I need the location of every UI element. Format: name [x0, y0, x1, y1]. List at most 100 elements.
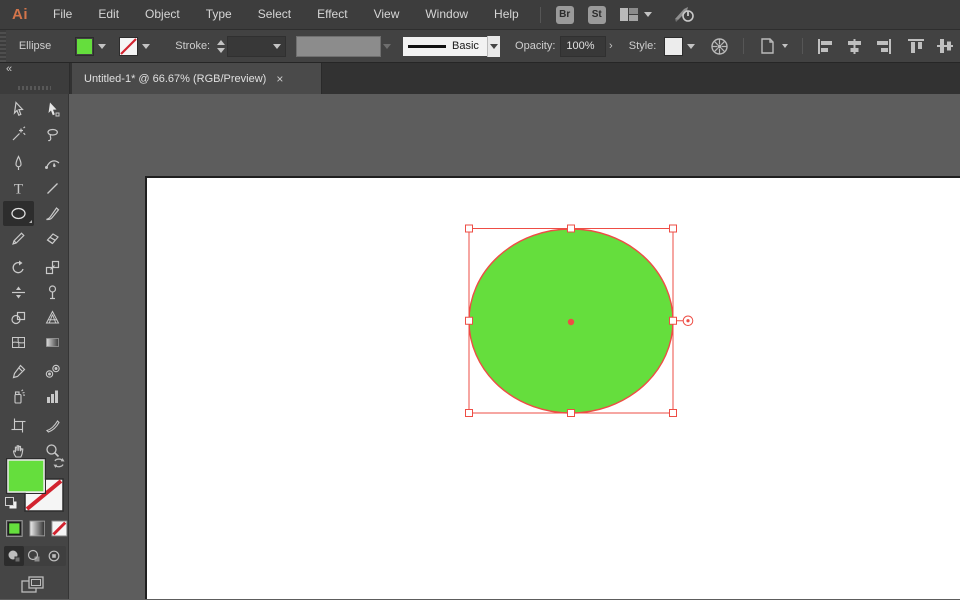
type-tool[interactable]: T [3, 176, 34, 201]
gpu-performance-icon[interactable] [672, 5, 696, 24]
menu-object[interactable]: Object [132, 0, 193, 29]
selection-tool[interactable] [3, 97, 34, 122]
selection-handle[interactable] [568, 225, 575, 232]
eraser-tool[interactable] [37, 226, 68, 251]
column-graph-tool[interactable] [37, 384, 68, 409]
magic-wand-tool[interactable] [3, 122, 34, 147]
stepper-up-icon[interactable] [217, 40, 225, 45]
chevron-down-icon [98, 44, 106, 49]
controlbar-separator [802, 38, 803, 54]
blend-tool[interactable] [37, 359, 68, 384]
selection-handle[interactable] [568, 410, 575, 417]
pie-widget-dot [686, 319, 689, 322]
stroke-weight-label: Stroke: [175, 40, 210, 52]
menu-help[interactable]: Help [481, 0, 532, 29]
close-icon[interactable]: × [276, 72, 283, 86]
change-screen-mode-icon[interactable] [20, 575, 46, 600]
swap-fill-stroke-icon[interactable] [52, 456, 66, 470]
slice-tool[interactable] [37, 413, 68, 438]
perspective-grid-tool[interactable] [37, 305, 68, 330]
menu-file[interactable]: File [40, 0, 85, 29]
width-tool[interactable] [3, 280, 34, 305]
default-fill-stroke-icon[interactable] [4, 496, 19, 511]
direct-selection-tool[interactable] [37, 97, 68, 122]
draw-inside-mode-icon[interactable] [44, 546, 64, 566]
pen-tool[interactable] [3, 151, 34, 176]
rotate-tool[interactable] [3, 255, 34, 280]
scale-tool[interactable] [37, 255, 68, 280]
ellipse-tool[interactable] [3, 201, 34, 226]
puppet-warp-tool[interactable] [37, 280, 68, 305]
opacity-value: 100% [566, 40, 594, 52]
mesh-tool[interactable] [3, 330, 34, 355]
stock-badge-icon[interactable]: St [588, 6, 606, 24]
symbol-sprayer-tool[interactable] [3, 384, 34, 409]
menu-type[interactable]: Type [193, 0, 245, 29]
selection-handle[interactable] [466, 410, 473, 417]
shape-builder-tool[interactable] [3, 305, 34, 330]
selection-handle[interactable] [670, 225, 677, 232]
paintbrush-tool[interactable] [37, 201, 68, 226]
draw-behind-mode-icon[interactable] [24, 546, 44, 566]
align-left-icon[interactable] [817, 39, 834, 54]
shaper-tool[interactable] [3, 226, 34, 251]
opacity-menu-arrow[interactable]: › [606, 37, 616, 56]
canvas-area[interactable] [69, 94, 960, 599]
line-segment-tool[interactable] [37, 176, 68, 201]
selection-handle[interactable] [670, 410, 677, 417]
document-tab-bar: « Untitled-1* @ 66.67% (RGB/Preview) × [0, 63, 960, 94]
opacity-field[interactable]: 100% [560, 36, 605, 57]
menu-view[interactable]: View [361, 0, 413, 29]
illustrator-window: { "colors": { "fill_green": "#65de3d", "… [0, 0, 960, 599]
draw-normal-mode-icon[interactable] [4, 546, 24, 566]
center-point[interactable] [568, 319, 574, 325]
document-setup-icon[interactable] [758, 36, 788, 56]
brush-definition-chevron[interactable] [487, 36, 501, 57]
menu-select[interactable]: Select [245, 0, 304, 29]
selection-handle[interactable] [466, 317, 473, 324]
stroke-color-dropdown[interactable] [119, 37, 150, 56]
workspace-switcher-icon[interactable] [619, 7, 652, 22]
gradient-button[interactable] [29, 520, 46, 537]
chevron-down-icon [490, 44, 498, 49]
align-vcenter-icon[interactable] [937, 38, 954, 54]
app-logo: Ai [0, 6, 40, 23]
chevron-down-icon [782, 44, 788, 48]
align-top-icon[interactable] [908, 38, 925, 54]
bridge-badge-icon[interactable]: Br [556, 6, 574, 24]
color-button[interactable] [6, 520, 23, 537]
brush-definition-dropdown[interactable]: Basic [403, 37, 486, 56]
toolbar-collapse-strip[interactable]: « [0, 63, 70, 94]
control-bar: Ellipse Stroke: Basic Opacity: 100% › St… [0, 30, 960, 63]
curvature-tool[interactable] [37, 151, 68, 176]
stroke-weight-stepper[interactable] [217, 36, 225, 56]
selection-handle[interactable] [670, 317, 677, 324]
lasso-tool[interactable] [37, 122, 68, 147]
style-swatch [664, 37, 683, 56]
fill-color-dropdown[interactable] [75, 37, 106, 56]
fill-swatch[interactable] [6, 458, 46, 494]
selection-handle[interactable] [466, 225, 473, 232]
stroke-weight-combo[interactable] [227, 36, 285, 57]
panel-grip[interactable] [0, 30, 6, 62]
menu-edit[interactable]: Edit [85, 0, 132, 29]
menu-bar: Ai File Edit Object Type Select Effect V… [0, 0, 960, 30]
artboard[interactable] [145, 176, 960, 599]
chevron-down-icon [687, 44, 695, 49]
chevron-down-icon [383, 44, 391, 49]
gradient-tool[interactable] [37, 330, 68, 355]
menu-window[interactable]: Window [412, 0, 481, 29]
stepper-down-icon[interactable] [217, 48, 225, 53]
align-right-icon[interactable] [875, 39, 892, 54]
recolor-artwork-icon[interactable] [710, 37, 729, 56]
none-button[interactable] [51, 520, 68, 537]
collapse-panel-icon[interactable]: « [6, 63, 12, 75]
style-dropdown[interactable] [664, 37, 695, 56]
panel-grip-dots[interactable] [18, 86, 51, 90]
align-hcenter-icon[interactable] [846, 39, 863, 54]
artboard-tool[interactable] [3, 413, 34, 438]
menu-effect[interactable]: Effect [304, 0, 360, 29]
document-tab[interactable]: Untitled-1* @ 66.67% (RGB/Preview) × [72, 63, 322, 94]
opacity-label: Opacity: [515, 40, 555, 52]
eyedropper-tool[interactable] [3, 359, 34, 384]
